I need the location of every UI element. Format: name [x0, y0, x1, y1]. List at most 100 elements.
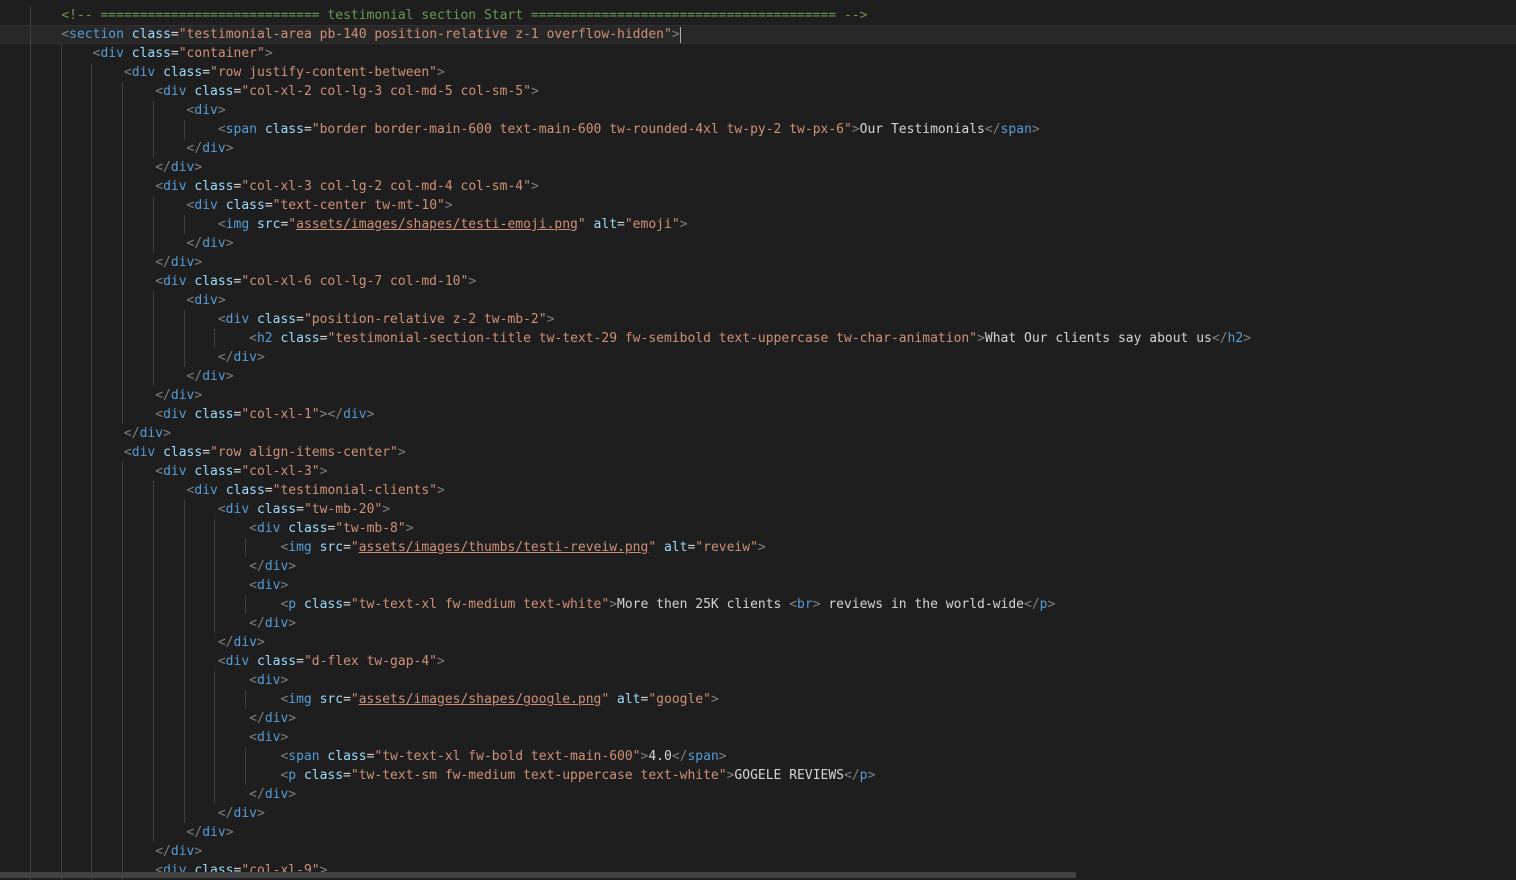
- code-token: </: [217, 635, 234, 650]
- code-line[interactable]: <div class="col-xl-2 col-lg-3 col-md-5 c…: [0, 82, 1516, 101]
- code-token: class: [264, 122, 304, 137]
- code-line[interactable]: </div>: [0, 804, 1516, 823]
- code-text: </div>: [30, 139, 234, 158]
- code-line[interactable]: <div class="text-center tw-mt-10">: [0, 196, 1516, 215]
- code-text: </div>: [30, 253, 202, 272]
- code-line[interactable]: < p class="tw-text-xl fw-medium text-whit…: [0, 595, 1516, 614]
- code-line[interactable]: </div>: [0, 557, 1516, 576]
- code-text: </div>: [30, 785, 296, 804]
- code-line[interactable]: <h2 class="testimonial-section-title tw-…: [0, 329, 1516, 348]
- code-line[interactable]: <div class="col-xl-6 col-lg-7 col-md-10"…: [0, 272, 1516, 291]
- code-line[interactable]: <div class="row align-items-center">: [0, 443, 1516, 462]
- code-line[interactable]: </div>: [0, 367, 1516, 386]
- code-token: >: [256, 806, 265, 821]
- code-line[interactable]: <div class="tw-mb-20">: [0, 500, 1516, 519]
- code-token: class: [288, 521, 328, 536]
- code-line[interactable]: <div class="testimonial-clients">: [0, 481, 1516, 500]
- code-line[interactable]: <div class="col-xl-3 col-lg-2 col-md-4 c…: [0, 177, 1516, 196]
- code-line[interactable]: <div>: [0, 728, 1516, 747]
- code-editor[interactable]: <!-- ============================ testim…: [0, 0, 1516, 880]
- code-token: >: [530, 84, 539, 99]
- code-line[interactable]: <div>: [0, 101, 1516, 120]
- code-token: >: [546, 312, 555, 327]
- code-token: span: [687, 749, 719, 764]
- code-line[interactable]: <div class="row justify-content-between"…: [0, 63, 1516, 82]
- code-token: class: [163, 445, 203, 460]
- code-line[interactable]: <div class="position-relative z-2 tw-mb-…: [0, 310, 1516, 329]
- code-token: >: [437, 654, 445, 669]
- code-line[interactable]: <div>: [0, 291, 1516, 310]
- code-line[interactable]: </div>: [0, 386, 1516, 405]
- code-line[interactable]: <div>: [0, 671, 1516, 690]
- code-token: >: [280, 578, 289, 593]
- code-token: </: [671, 749, 688, 764]
- code-line[interactable]: </div>: [0, 823, 1516, 842]
- code-token: reviews in the world-wide: [820, 597, 1025, 612]
- code-token: "tw-mb-8": [335, 521, 406, 536]
- code-token: >: [225, 825, 234, 840]
- code-line[interactable]: </div>: [0, 709, 1516, 728]
- code-token: >: [1047, 597, 1056, 612]
- code-token: "emoji": [624, 217, 680, 232]
- code-line[interactable]: </div>: [0, 633, 1516, 652]
- code-token: =: [343, 768, 351, 783]
- code-line[interactable]: <p class="tw-text-sm fw-medium text-uppe…: [0, 766, 1516, 785]
- code-line[interactable]: </div>: [0, 158, 1516, 177]
- code-token: div: [163, 464, 187, 479]
- code-token: "google": [648, 692, 711, 707]
- code-token: alt: [617, 692, 641, 707]
- code-line[interactable]: </div>: [0, 424, 1516, 443]
- code-token: ": [350, 540, 359, 555]
- code-token: div: [170, 160, 195, 175]
- code-token: h2: [256, 331, 273, 346]
- code-line[interactable]: </div>: [0, 253, 1516, 272]
- code-token: >: [256, 350, 265, 365]
- code-line[interactable]: <span class="tw-text-xl fw-bold text-mai…: [0, 747, 1516, 766]
- code-token: >: [437, 65, 445, 80]
- code-token: "col-xl-2 col-lg-3 col-md-5 col-sm-5": [241, 84, 531, 99]
- horizontal-scrollbar[interactable]: [0, 872, 1076, 878]
- code-line[interactable]: <div class="d-flex tw-gap-4">: [0, 652, 1516, 671]
- code-token: >: [437, 483, 445, 498]
- code-token: class: [163, 65, 203, 80]
- code-token: >: [397, 445, 406, 460]
- code-token: div: [194, 483, 218, 498]
- code-line[interactable]: </div>: [0, 234, 1516, 253]
- code-line[interactable]: <!-- ============================ testim…: [0, 6, 1516, 25]
- code-token: >: [264, 46, 273, 61]
- code-token: </: [249, 616, 265, 631]
- code-text: </div>: [30, 633, 265, 652]
- code-text: <img src = "assets/images/shapes/testi-emo…: [30, 215, 688, 234]
- code-token: >: [366, 407, 375, 422]
- code-token: <: [249, 730, 257, 745]
- code-line[interactable]: <span class="border border-main-600 text…: [0, 120, 1516, 139]
- code-line[interactable]: </div>: [0, 614, 1516, 633]
- code-line[interactable]: </div>: [0, 348, 1516, 367]
- code-line[interactable]: <img src="assets/images/thumbs/testi-rev…: [0, 538, 1516, 557]
- code-token: <: [249, 521, 257, 536]
- code-line[interactable]: </div>: [0, 139, 1516, 158]
- code-line[interactable]: <div class="col-xl-1"></div>: [0, 405, 1516, 424]
- code-token: "testimonial-section-title tw-text-29 fw…: [327, 331, 978, 346]
- code-line[interactable]: <img src="assets/images/shapes/google.pn…: [0, 690, 1516, 709]
- code-token: GOGELE REVIEWS: [734, 768, 844, 783]
- code-line[interactable]: <div class="container">: [0, 44, 1516, 63]
- code-line[interactable]: <section class="testimonial-area pb-140 …: [0, 25, 1516, 45]
- code-line[interactable]: <div>: [0, 576, 1516, 595]
- text-cursor: [679, 26, 681, 43]
- code-token: </: [186, 141, 203, 156]
- code-line[interactable]: <div class="tw-mb-8">: [0, 519, 1516, 538]
- code-line[interactable]: <div class="col-xl-3">: [0, 462, 1516, 481]
- code-line[interactable]: </div>: [0, 785, 1516, 804]
- code-line[interactable]: <img src = "assets/images/shapes/testi-emo…: [0, 215, 1516, 234]
- code-line[interactable]: </div>: [0, 842, 1516, 861]
